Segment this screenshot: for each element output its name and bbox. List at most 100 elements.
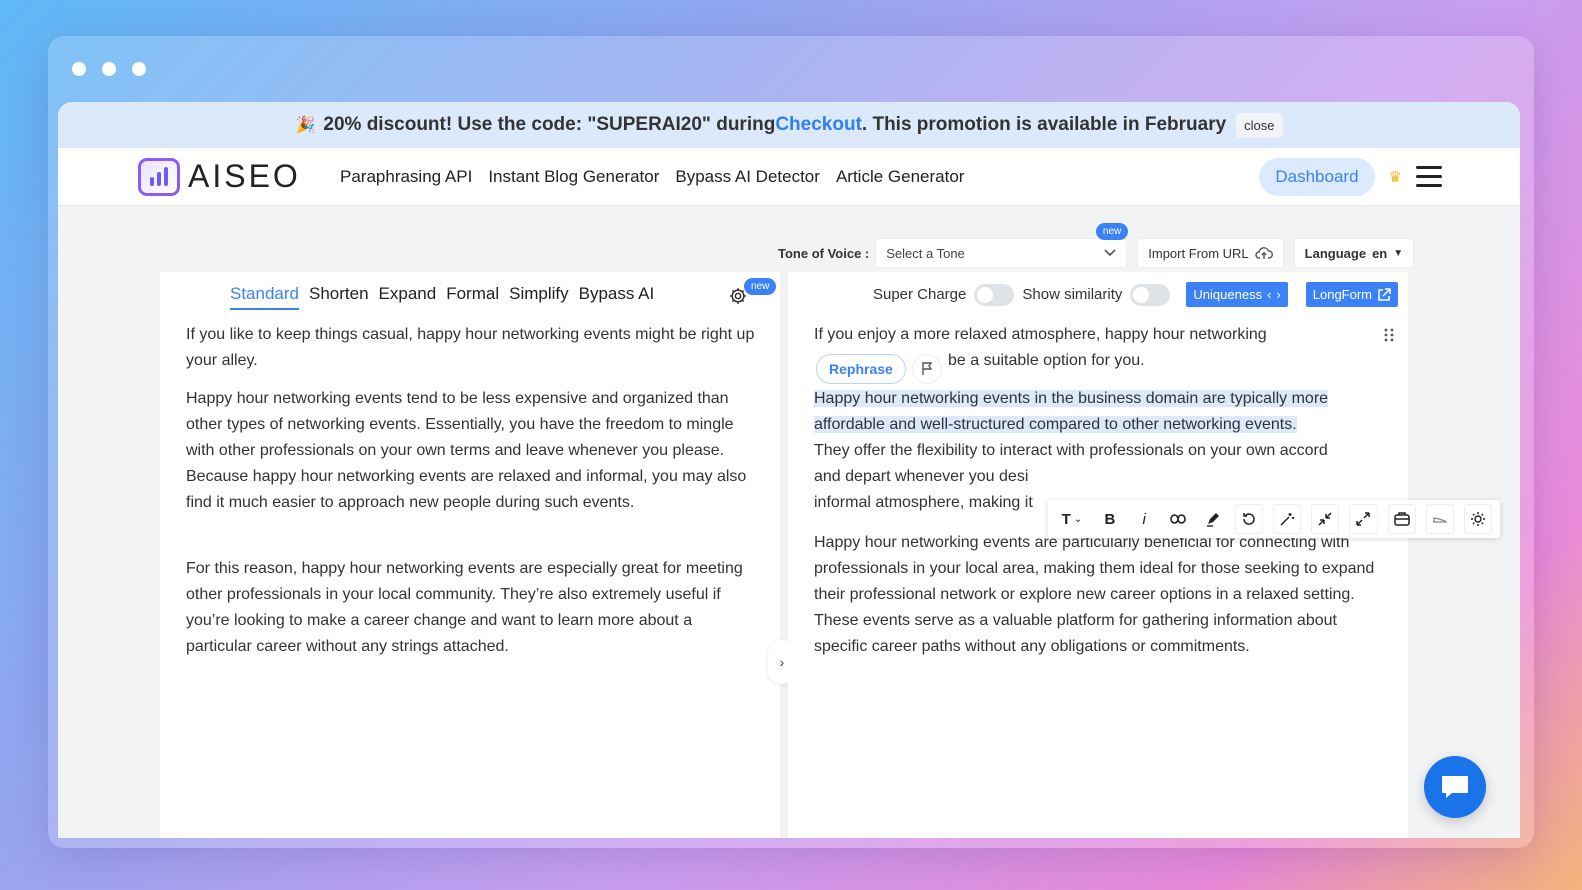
magic-wand-button[interactable] (1273, 504, 1302, 534)
promo-close-button[interactable]: close (1236, 112, 1283, 138)
tab-standard[interactable]: Standard (230, 284, 299, 310)
new-badge: new (1095, 223, 1129, 240)
show-similarity-toggle[interactable] (1130, 283, 1171, 306)
promo-text: 20% discount! Use the code: "SUPERAI20" … (323, 114, 776, 135)
party-icon: 🎉 (295, 117, 316, 134)
top-nav: AISEO Paraphrasing API Instant Blog Gene… (58, 148, 1520, 206)
app-page: 🎉 20% discount! Use the code: "SUPERAI20… (58, 102, 1520, 838)
simplify-button[interactable] (1463, 504, 1492, 534)
window-minimize-dot[interactable] (102, 62, 116, 76)
chevron-left-icon[interactable]: ‹ (1267, 287, 1271, 302)
italic-icon: i (1142, 510, 1146, 528)
nav-link-instant-blog-generator[interactable]: Instant Blog Generator (488, 167, 659, 187)
uniqueness-button[interactable]: Uniqueness ‹ › (1186, 282, 1288, 307)
formal-button[interactable] (1387, 504, 1416, 534)
shoe-icon (1432, 517, 1447, 523)
window-close-dot[interactable] (72, 62, 86, 76)
hamburger-menu-icon[interactable] (1416, 166, 1442, 187)
shorten-button[interactable] (1311, 504, 1340, 534)
output-paragraph[interactable]: Happy hour networking events in the busi… (814, 386, 1388, 516)
flag-icon (922, 362, 933, 375)
undo-button[interactable] (1234, 504, 1264, 534)
compress-icon (1318, 512, 1332, 526)
promo-text-end: . This promotion is available in Februar… (861, 114, 1227, 135)
longform-button[interactable]: LongForm (1305, 282, 1398, 307)
highlight-button[interactable] (1201, 506, 1225, 532)
nav-link-bypass-ai-detector[interactable]: Bypass AI Detector (675, 167, 820, 187)
language-label: Language (1304, 245, 1367, 261)
flag-button[interactable] (912, 354, 942, 384)
expand-icon (1356, 512, 1371, 526)
promo-banner: 🎉 20% discount! Use the code: "SUPERAI20… (58, 102, 1520, 148)
text-style-dropdown[interactable]: T ⌄ (1056, 506, 1088, 532)
import-label: Import From URL (1148, 245, 1249, 261)
chat-bubble-icon (1442, 776, 1468, 798)
logo-text: AISEO (188, 158, 301, 194)
tab-bypass-ai[interactable]: Bypass AI (579, 284, 655, 310)
input-paragraph[interactable]: Happy hour networking events tend to be … (186, 386, 760, 516)
longform-label: LongForm (1312, 287, 1372, 302)
selected-sentence[interactable]: Happy hour networking events in the busi… (814, 390, 1329, 433)
browser-window: 🎉 20% discount! Use the code: "SUPERAI20… (48, 36, 1534, 848)
tone-placeholder: Select a Tone (886, 245, 965, 261)
chat-button[interactable] (1424, 756, 1486, 818)
external-link-icon (1378, 287, 1391, 301)
logo[interactable]: AISEO (138, 157, 301, 196)
tone-select[interactable]: Select a Tone new (875, 223, 1129, 268)
show-similarity-label: Show similarity (1022, 286, 1123, 303)
checkout-link[interactable]: Checkout (775, 114, 862, 136)
tab-shorten[interactable]: Shorten (309, 284, 369, 310)
nav-link-article-generator[interactable]: Article Generator (836, 167, 965, 187)
output-paragraph[interactable]: Happy hour networking events are particu… (814, 530, 1388, 660)
undo-icon (1243, 513, 1255, 525)
output-line: If you enjoy a more relaxed atmosphere, … (814, 326, 1267, 343)
tab-formal[interactable]: Formal (446, 284, 499, 310)
output-line: and depart whenever you desi (814, 468, 1029, 485)
crown-icon[interactable]: ♛ (1389, 168, 1402, 186)
rephrase-button[interactable]: Rephrase (816, 354, 906, 384)
super-charge-label: Super Charge (872, 286, 967, 303)
bold-icon: B (1104, 510, 1116, 528)
nav-links: Paraphrasing API Instant Blog Generator … (340, 167, 964, 187)
super-charge-toggle[interactable] (974, 283, 1015, 306)
text-style-icon: T (1061, 510, 1071, 528)
format-toolbar: T ⌄ B i (1048, 500, 1500, 538)
tab-expand[interactable]: Expand (379, 284, 437, 310)
options-toolbar: Tone of Voice : Select a Tone new Import… (778, 223, 1415, 268)
language-select[interactable]: Language en ▼ (1293, 238, 1415, 268)
italic-button[interactable]: i (1132, 506, 1156, 532)
dashboard-button[interactable]: Dashboard (1259, 157, 1375, 196)
chevron-down-icon: ⌄ (1073, 513, 1083, 525)
uniqueness-label: Uniqueness (1193, 287, 1263, 302)
window-maximize-dot[interactable] (132, 62, 146, 76)
expand-button[interactable] (1349, 504, 1378, 534)
output-controls: Super Charge Show similarity Uniqueness … (873, 282, 1398, 307)
window-controls (72, 62, 146, 76)
sun-icon (1470, 512, 1485, 526)
magic-wand-icon (1280, 513, 1295, 526)
link-icon (1170, 514, 1187, 524)
import-from-url-button[interactable]: Import From URL (1137, 238, 1284, 268)
output-line: They offer the flexibility to interact w… (814, 442, 1328, 459)
casual-button[interactable] (1425, 504, 1454, 534)
chevron-down-icon (1104, 249, 1116, 257)
settings-new-badge: new (744, 278, 777, 295)
caret-down-icon: ▼ (1393, 247, 1404, 259)
cloud-upload-icon (1255, 247, 1273, 259)
chevron-right-icon[interactable]: › (1276, 287, 1280, 302)
nav-right: Dashboard ♛ (1259, 157, 1442, 196)
link-button[interactable] (1166, 506, 1190, 532)
tab-simplify[interactable]: Simplify (509, 284, 569, 310)
highlighter-icon (1206, 513, 1219, 527)
input-panel: Standard Shorten Expand Formal Simplify … (160, 272, 780, 838)
briefcase-icon (1393, 512, 1410, 526)
tone-label: Tone of Voice : (778, 245, 870, 261)
language-value: en (1372, 245, 1388, 261)
bold-button[interactable]: B (1098, 506, 1122, 532)
input-paragraph[interactable]: For this reason, happy hour networking e… (186, 556, 760, 660)
mode-tabs: Standard Shorten Expand Formal Simplify … (230, 284, 654, 310)
logo-icon (138, 157, 180, 196)
input-paragraph[interactable]: If you like to keep things casual, happy… (186, 322, 760, 374)
chevron-right-icon: › (779, 654, 785, 670)
nav-link-paraphrasing-api[interactable]: Paraphrasing API (340, 167, 472, 187)
